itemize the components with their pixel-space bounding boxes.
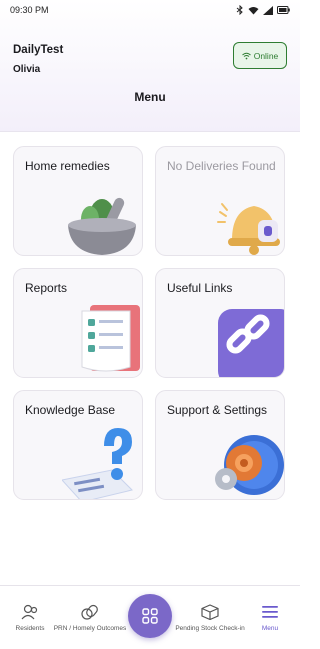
wifi-icon	[241, 52, 251, 59]
nav-residents-label: Residents	[15, 625, 45, 632]
app-title: DailyTest	[13, 44, 64, 56]
useful-links-label: Useful Links	[167, 281, 233, 295]
nav-pending-stock[interactable]: Pending Stock Check-in	[172, 586, 248, 649]
battery-icon	[277, 6, 290, 14]
support-settings-label: Support & Settings	[167, 403, 268, 417]
home-remedies-card[interactable]: Home remedies	[13, 146, 143, 256]
mortar-pestle-icon	[68, 197, 136, 255]
nav-prn[interactable]: PRN / Homely Outcomes	[52, 586, 128, 649]
clipboard-checklist-icon	[81, 305, 140, 372]
link-icon	[218, 309, 284, 377]
residents-icon	[21, 604, 38, 620]
knowledge-base-label: Knowledge Base	[25, 403, 116, 417]
no-deliveries-label: No Deliveries Found	[167, 159, 276, 173]
useful-links-card[interactable]: Useful Links	[155, 268, 285, 378]
reports-label: Reports	[25, 281, 68, 295]
knowledge-base-card[interactable]: Knowledge Base	[13, 390, 143, 500]
app-header: 09:30 PM DailyTest Olivia Online Menu	[0, 0, 300, 132]
hamburger-icon	[262, 606, 278, 618]
no-deliveries-card: No Deliveries Found	[155, 146, 285, 256]
nav-pending-stock-label: Pending Stock Check-in	[175, 625, 245, 632]
nav-menu[interactable]: Menu	[252, 586, 288, 649]
nav-prn-label: PRN / Homely Outcomes	[53, 625, 127, 632]
home-remedies-label: Home remedies	[25, 159, 110, 173]
wifi-icon	[248, 6, 259, 14]
support-settings-card[interactable]: Support & Settings	[155, 390, 285, 500]
bell-icon	[217, 203, 280, 255]
bluetooth-icon	[236, 5, 243, 15]
user-name: Olivia	[13, 64, 41, 75]
box-icon	[201, 604, 219, 620]
online-status-label: Online	[253, 50, 279, 61]
question-mark-icon	[62, 428, 133, 499]
nav-menu-label: Menu	[261, 625, 279, 632]
page-title: Menu	[134, 90, 166, 104]
grid-icon	[142, 608, 158, 624]
reports-card[interactable]: Reports	[13, 268, 143, 378]
gear-icon	[215, 435, 284, 495]
dashboard-button[interactable]	[128, 594, 172, 638]
status-time: 09:30 PM	[10, 5, 49, 15]
status-icons	[236, 5, 290, 15]
pill-icon	[81, 604, 98, 620]
online-status-button[interactable]: Online	[233, 42, 287, 69]
status-bar: 09:30 PM	[0, 0, 300, 20]
signal-icon	[263, 5, 273, 15]
nav-residents[interactable]: Residents	[8, 586, 52, 649]
